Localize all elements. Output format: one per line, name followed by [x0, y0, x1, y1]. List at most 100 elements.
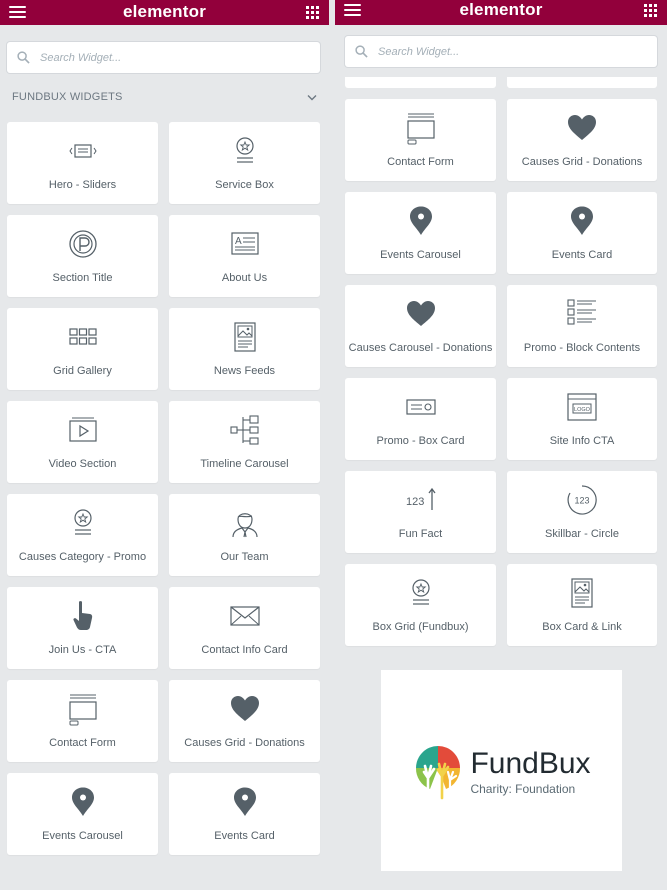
- widget-card-join-us-cta[interactable]: Join Us - CTA: [7, 587, 158, 669]
- widget-card-box-grid-fundbux[interactable]: Box Grid (Fundbux): [345, 564, 496, 646]
- widget-card-box-card-link[interactable]: Box Card & Link: [507, 564, 657, 646]
- map-pin-icon: [404, 204, 438, 238]
- svg-text:123: 123: [406, 496, 424, 508]
- widget-card-causes-category-promo[interactable]: Causes Category - Promo: [7, 494, 158, 576]
- map-pin-icon: [66, 785, 100, 819]
- widget-card-partial[interactable]: [507, 77, 657, 88]
- app-logo: elementor: [459, 0, 543, 19]
- header-bar: elementor: [335, 0, 667, 25]
- widget-card-causes-carousel-donations[interactable]: Causes Carousel - Donations: [345, 285, 496, 367]
- hamburger-menu-icon[interactable]: [344, 4, 361, 16]
- counter-icon: 123: [404, 483, 438, 517]
- widget-label: Events Card: [214, 830, 275, 842]
- slider-icon: [66, 134, 100, 168]
- widget-card-timeline-carousel[interactable]: Timeline Carousel: [169, 401, 320, 483]
- widget-label: Causes Carousel - Donations: [348, 342, 493, 354]
- widget-label: Site Info CTA: [549, 435, 615, 447]
- hamburger-menu-icon[interactable]: [9, 5, 26, 18]
- left-panel: elementor FUNDBUX WIDGETS Hero - Sliders…: [0, 0, 329, 861]
- widget-card-causes-grid-donations[interactable]: Causes Grid - Donations: [507, 99, 657, 181]
- widget-label: Grid Gallery: [53, 365, 112, 377]
- widget-label: Section Title: [52, 272, 113, 284]
- widget-label: Contact Form: [49, 737, 116, 749]
- widget-card-contact-form[interactable]: Contact Form: [7, 680, 158, 762]
- video-icon: [66, 413, 100, 447]
- widget-card-about-us[interactable]: A About Us: [169, 215, 320, 297]
- widget-card-events-card[interactable]: Events Card: [507, 192, 657, 274]
- widget-label: Causes Grid - Donations: [521, 156, 643, 168]
- widget-card-site-info-cta[interactable]: LOGO Site Info CTA: [507, 378, 657, 460]
- apps-grid-icon[interactable]: [306, 5, 319, 19]
- widget-card-partial[interactable]: [345, 77, 496, 88]
- app-logo: elementor: [122, 1, 207, 21]
- timeline-icon: [228, 413, 262, 447]
- widget-card-service-box[interactable]: Service Box: [169, 122, 320, 204]
- widget-label: About Us: [221, 272, 268, 284]
- badge-icon: [66, 506, 100, 540]
- widget-label: Skillbar - Circle: [545, 528, 619, 540]
- widget-label: Service Box: [215, 179, 274, 191]
- map-pin-icon: [565, 204, 599, 238]
- widget-label: Join Us - CTA: [48, 644, 117, 656]
- search-input[interactable]: [376, 44, 657, 59]
- text-block-icon: A: [228, 227, 262, 261]
- widget-card-causes-grid-donations[interactable]: Causes Grid - Donations: [169, 680, 320, 762]
- image-card-icon: [565, 576, 599, 610]
- widget-card-fun-fact[interactable]: 123 Fun Fact: [345, 471, 496, 553]
- widget-card-news-feeds[interactable]: News Feeds: [169, 308, 320, 390]
- widget-card-contact-info-card[interactable]: Contact Info Card: [169, 587, 320, 669]
- widget-label: Events Card: [551, 249, 613, 261]
- widget-card-promo-box-card[interactable]: Promo - Box Card: [345, 378, 496, 460]
- widget-label: Promo - Box Card: [376, 435, 465, 447]
- svg-text:A: A: [235, 236, 242, 247]
- search-input[interactable]: [38, 50, 320, 65]
- widget-label: Causes Category - Promo: [18, 551, 147, 563]
- heart-icon: [228, 692, 262, 726]
- widget-card-section-title[interactable]: Section Title: [7, 215, 158, 297]
- brand-name: FundBux: [470, 747, 591, 780]
- widget-card-our-team[interactable]: Our Team: [169, 494, 320, 576]
- widget-label: Our Team: [220, 551, 269, 563]
- widget-card-events-carousel[interactable]: Events Carousel: [345, 192, 496, 274]
- search-box[interactable]: [345, 36, 657, 67]
- widget-label: Fun Fact: [398, 528, 443, 540]
- widget-card-promo-block-contents[interactable]: Promo - Block Contents: [507, 285, 657, 367]
- widget-card-grid-gallery[interactable]: Grid Gallery: [7, 308, 158, 390]
- category-header[interactable]: FUNDBUX WIDGETS: [12, 90, 317, 104]
- fundbux-logo-box: FundBux Charity: Foundation: [381, 670, 622, 871]
- heart-icon: [404, 297, 438, 331]
- logo-window-icon: LOGO: [565, 390, 599, 424]
- form-icon: [404, 111, 438, 145]
- badge-icon: [404, 576, 438, 610]
- widget-label: Contact Form: [387, 156, 454, 168]
- chevron-down-icon[interactable]: [307, 94, 317, 101]
- widget-label: Events Carousel: [42, 830, 123, 842]
- widget-card-hero-sliders[interactable]: Hero - Sliders: [7, 122, 158, 204]
- badge-icon: [228, 134, 262, 168]
- search-box[interactable]: [7, 42, 320, 73]
- form-icon: [66, 692, 100, 726]
- widget-card-video-section[interactable]: Video Section: [7, 401, 158, 483]
- title-icon: [66, 227, 100, 261]
- widget-label: Hero - Sliders: [48, 179, 117, 191]
- fundbux-hands-logo-icon: [416, 745, 461, 799]
- pointer-hand-icon: [66, 599, 100, 633]
- widget-card-contact-form[interactable]: Contact Form: [345, 99, 496, 181]
- search-icon: [17, 51, 30, 64]
- widget-card-skillbar-circle[interactable]: 123 Skillbar - Circle: [507, 471, 657, 553]
- heart-icon: [565, 111, 599, 145]
- header-bar: elementor: [0, 0, 329, 25]
- widget-label: Box Card & Link: [542, 621, 622, 633]
- widget-card-events-carousel[interactable]: Events Carousel: [7, 773, 158, 855]
- envelope-icon: [228, 599, 262, 633]
- widget-label: Promo - Block Contents: [523, 342, 641, 354]
- circle-counter-icon: 123: [565, 483, 599, 517]
- widget-label: Events Carousel: [380, 249, 461, 261]
- apps-grid-icon[interactable]: [644, 4, 657, 17]
- svg-text:123: 123: [574, 496, 589, 506]
- svg-text:LOGO: LOGO: [574, 407, 591, 413]
- search-icon: [355, 45, 368, 58]
- list-icon: [565, 297, 599, 331]
- widget-card-events-card[interactable]: Events Card: [169, 773, 320, 855]
- image-card-icon: [228, 320, 262, 354]
